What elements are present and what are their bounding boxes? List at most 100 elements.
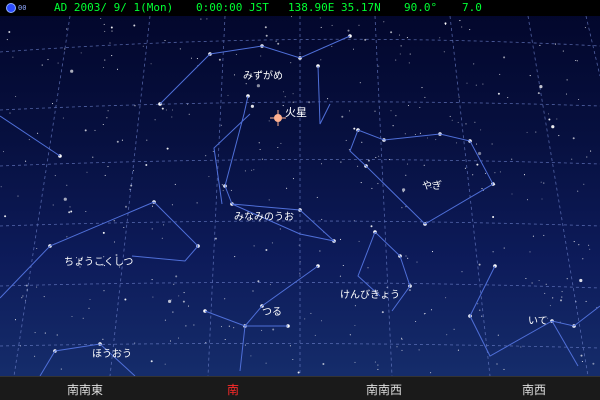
star	[102, 231, 105, 234]
star	[475, 84, 477, 86]
star	[383, 21, 385, 23]
star	[575, 301, 577, 303]
star	[358, 240, 360, 242]
star	[292, 358, 294, 361]
star-map[interactable]: 火星 みずがめ やぎ みなみのうお ちょうこくしつ けんびきょう つる ほうおう…	[0, 16, 600, 376]
moon-phase-icon[interactable]	[6, 3, 16, 13]
star	[572, 137, 575, 140]
star	[290, 62, 292, 64]
star	[129, 188, 131, 190]
star	[299, 272, 301, 274]
star	[206, 18, 208, 20]
star	[482, 83, 484, 85]
star	[152, 296, 154, 298]
star	[163, 224, 165, 226]
star	[581, 360, 583, 363]
star	[164, 363, 166, 365]
star	[130, 184, 133, 187]
star	[292, 93, 294, 95]
star	[102, 66, 105, 69]
direction-label-sw[interactable]: 南西	[522, 381, 546, 398]
star	[70, 69, 74, 73]
star	[499, 73, 501, 75]
star	[253, 169, 255, 171]
star	[271, 242, 273, 244]
star	[146, 139, 148, 141]
star	[401, 349, 403, 351]
star	[430, 372, 432, 374]
star	[54, 175, 56, 177]
coordinate-grid	[0, 16, 600, 376]
star	[151, 228, 153, 230]
star	[260, 55, 262, 57]
star	[12, 56, 14, 58]
star	[402, 188, 406, 192]
star	[478, 151, 482, 156]
star	[390, 110, 392, 112]
star	[297, 371, 300, 374]
star	[381, 311, 384, 314]
star	[578, 98, 580, 101]
star	[102, 338, 104, 340]
star	[406, 37, 408, 39]
star	[66, 236, 68, 238]
star	[82, 317, 84, 319]
star	[359, 82, 361, 84]
star	[543, 234, 545, 236]
mars-marker[interactable]: 火星	[270, 106, 307, 126]
star	[57, 62, 59, 64]
star	[419, 106, 421, 109]
constellation-label-tsuru: つる	[262, 306, 282, 318]
star	[464, 167, 466, 169]
star	[64, 48, 66, 50]
star	[457, 349, 459, 351]
star	[165, 109, 167, 111]
direction-label-sse[interactable]: 南南東	[67, 381, 103, 398]
star	[190, 57, 193, 59]
constellation-label-houou: ほうおう	[92, 348, 132, 360]
star	[214, 237, 217, 240]
star	[47, 59, 49, 61]
star	[282, 91, 285, 93]
star	[26, 289, 28, 291]
star	[371, 187, 373, 189]
star	[142, 45, 144, 47]
star	[34, 332, 36, 334]
star	[544, 292, 546, 294]
star	[560, 299, 562, 302]
star	[354, 361, 356, 363]
constellation-label-choukokushitsu: ちょうこくしつ	[64, 256, 133, 268]
star	[565, 93, 568, 95]
star	[342, 264, 344, 267]
star	[71, 315, 73, 318]
star	[558, 135, 560, 137]
star	[401, 337, 403, 339]
star	[424, 312, 426, 315]
direction-label-ssw[interactable]: 南南西	[366, 381, 402, 398]
star	[196, 58, 198, 60]
star	[551, 125, 555, 129]
location-readout: 138.90E 35.17N	[288, 1, 381, 14]
star	[34, 355, 36, 357]
direction-label-s[interactable]: 南	[227, 381, 239, 398]
star	[320, 59, 322, 61]
star	[133, 24, 136, 27]
star	[8, 31, 11, 33]
star	[316, 196, 318, 198]
star	[104, 174, 106, 176]
star	[221, 184, 223, 186]
star	[102, 123, 104, 126]
star	[251, 169, 253, 171]
star	[244, 170, 246, 172]
star	[304, 318, 306, 320]
star	[222, 190, 224, 192]
star	[561, 291, 563, 293]
star	[545, 283, 547, 285]
star	[171, 116, 173, 118]
star	[566, 79, 568, 81]
star	[44, 332, 46, 334]
star	[265, 249, 268, 251]
star	[151, 279, 153, 281]
star	[473, 63, 475, 65]
star	[320, 320, 323, 322]
